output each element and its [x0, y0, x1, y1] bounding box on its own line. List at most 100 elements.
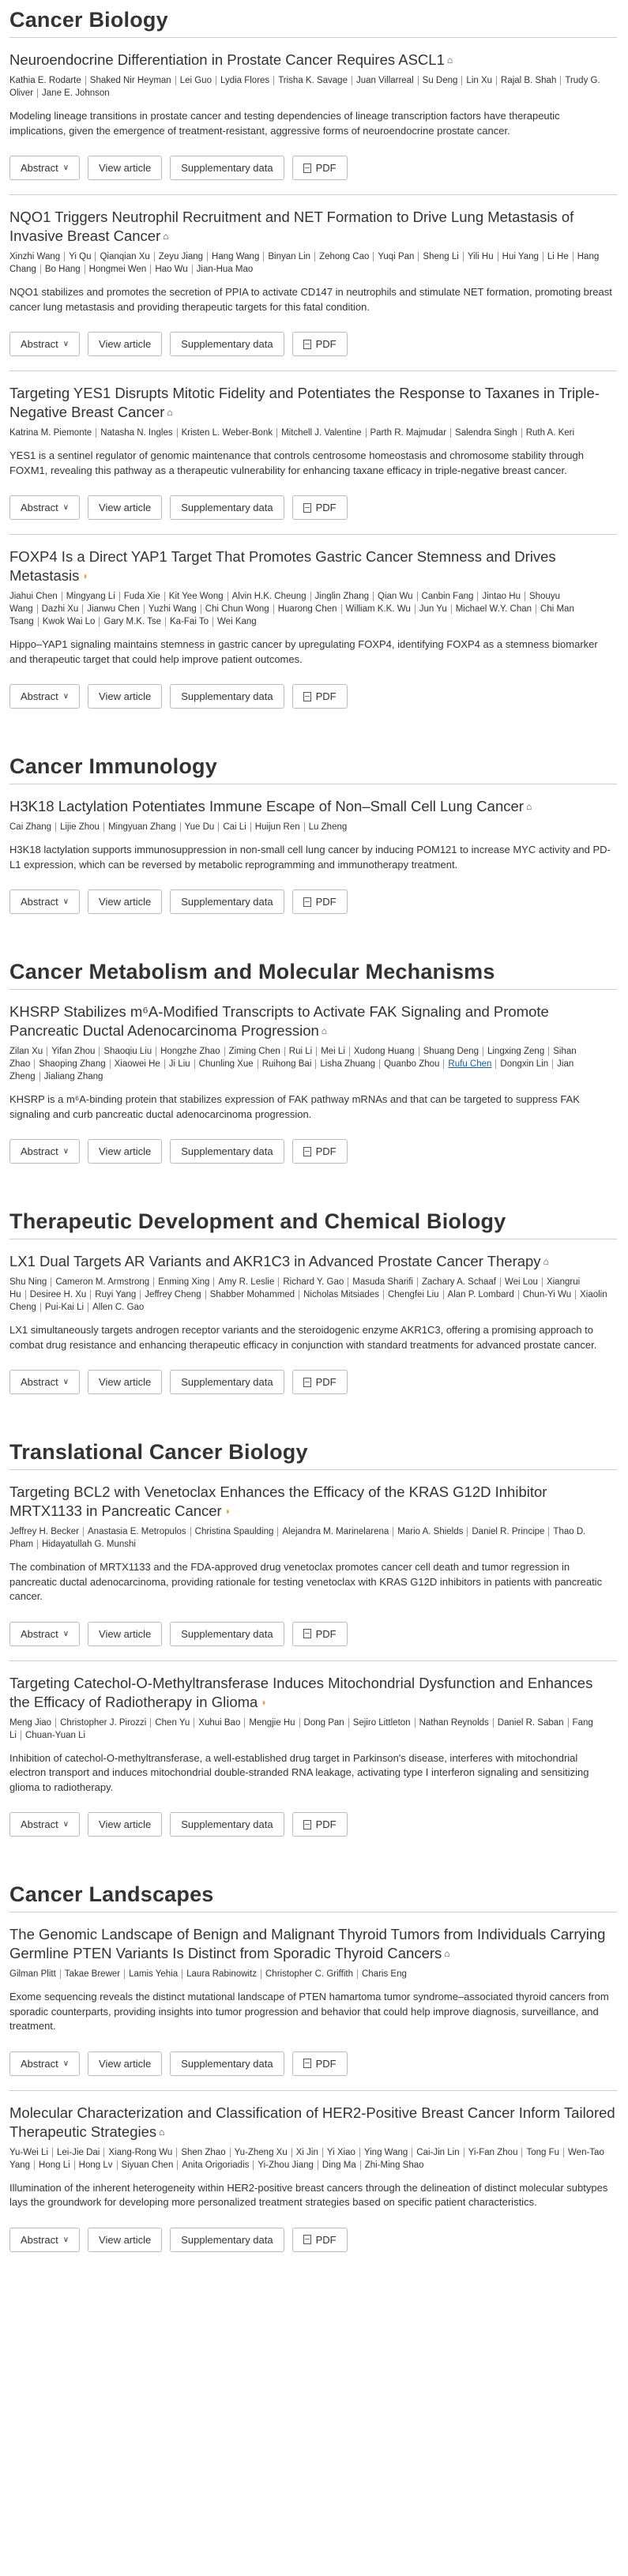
pdf-button[interactable]: PDF: [291, 684, 348, 709]
article-title[interactable]: LX1 Dual Targets AR Variants and AKR1C3 …: [9, 1252, 617, 1271]
supplementary-data-button[interactable]: Supplementary data: [170, 1370, 284, 1394]
article-actions: Abstract ∨ View article Supplementary data P…: [9, 1812, 617, 1837]
supplementary-data-button[interactable]: Supplementary data: [170, 1139, 284, 1164]
abstracts-button-label: Abstract: [21, 162, 58, 174]
pdf-button[interactable]: PDF: [291, 332, 348, 356]
view-article-button[interactable]: View article: [88, 684, 163, 709]
author-name: Yu-Wei Li: [9, 2147, 54, 2157]
abstracts-button-label: Abstract: [21, 1818, 58, 1830]
view-article-button[interactable]: View article: [88, 2051, 163, 2076]
view-article-button[interactable]: View article: [88, 889, 163, 914]
pdf-button-label: PDF: [315, 1145, 337, 1157]
supplementary-data-label: Supplementary data: [181, 1627, 273, 1640]
view-article-button[interactable]: View article: [88, 2227, 163, 2252]
article-title[interactable]: Targeting Catechol-O-Methyltransferase I…: [9, 1674, 617, 1712]
author-name: Enming Xing: [158, 1277, 215, 1287]
pdf-button[interactable]: PDF: [291, 156, 348, 180]
author-name: Xiang-Rong Wu: [108, 2147, 178, 2157]
author-name: Qian Wu: [378, 592, 418, 601]
article-title-text[interactable]: NQO1 Triggers Neutrophil Recruitment and…: [9, 209, 573, 244]
abstracts-button[interactable]: Abstract ∨: [9, 684, 81, 709]
supplementary-data-button[interactable]: Supplementary data: [170, 1812, 284, 1837]
pdf-button[interactable]: PDF: [291, 1812, 348, 1837]
abstracts-button[interactable]: Abstract ∨: [9, 2227, 81, 2252]
author-name: Kathia E. Rodarte: [9, 76, 86, 85]
pdf-button[interactable]: PDF: [291, 2051, 348, 2076]
view-article-button[interactable]: View article: [88, 1139, 163, 1164]
article-title-text[interactable]: Targeting BCL2 with Venetoclax Enhances …: [9, 1484, 547, 1519]
view-article-button[interactable]: View article: [88, 1621, 163, 1646]
view-article-button[interactable]: View article: [88, 1370, 163, 1394]
supplementary-data-button[interactable]: Supplementary data: [170, 156, 284, 180]
abstracts-button[interactable]: Abstract ∨: [9, 332, 81, 356]
abstracts-button[interactable]: Abstract ∨: [9, 2051, 81, 2076]
abstracts-button[interactable]: Abstract ∨: [9, 1139, 81, 1164]
pdf-button-label: PDF: [315, 2057, 337, 2070]
article-title-text[interactable]: H3K18 Lactylation Potentiates Immune Esc…: [9, 798, 524, 814]
supplementary-data-label: Supplementary data: [181, 896, 273, 908]
article-title-text[interactable]: Targeting YES1 Disrupts Mitotic Fidelity…: [9, 385, 600, 420]
free-access-icon: ⌂: [525, 801, 532, 812]
article-title[interactable]: Neuroendocrine Differentiation in Prosta…: [9, 51, 617, 70]
article-title-text[interactable]: Targeting Catechol-O-Methyltransferase I…: [9, 1675, 592, 1710]
supplementary-data-button[interactable]: Supplementary data: [170, 1621, 284, 1646]
article-title[interactable]: FOXP4 Is a Direct YAP1 Target That Promo…: [9, 547, 617, 585]
abstracts-button[interactable]: Abstract ∨: [9, 495, 81, 520]
article-item: The Genomic Landscape of Benign and Mali…: [9, 1912, 617, 2091]
article-item: KHSRP Stabilizes m⁶A-Modified Transcript…: [9, 990, 617, 1178]
article-title-text[interactable]: FOXP4 Is a Direct YAP1 Target That Promo…: [9, 548, 556, 584]
article-title-text[interactable]: LX1 Dual Targets AR Variants and AKR1C3 …: [9, 1253, 541, 1269]
pdf-button[interactable]: PDF: [291, 1370, 348, 1394]
article-title[interactable]: Molecular Characterization and Classific…: [9, 2104, 617, 2142]
supplementary-data-button[interactable]: Supplementary data: [170, 495, 284, 520]
supplementary-data-button[interactable]: Supplementary data: [170, 889, 284, 914]
author-name: Zachary A. Schaaf: [422, 1277, 501, 1287]
supplementary-data-button[interactable]: Supplementary data: [170, 2227, 284, 2252]
view-article-label: View article: [99, 502, 152, 513]
chevron-down-icon: ∨: [62, 1147, 70, 1156]
view-article-button[interactable]: View article: [88, 495, 163, 520]
view-article-button[interactable]: View article: [88, 332, 163, 356]
pdf-button[interactable]: PDF: [291, 1621, 348, 1646]
article-title[interactable]: NQO1 Triggers Neutrophil Recruitment and…: [9, 208, 617, 246]
pdf-button[interactable]: PDF: [291, 495, 348, 520]
abstracts-button[interactable]: Abstract ∨: [9, 889, 81, 914]
abstracts-button[interactable]: Abstract ∨: [9, 1812, 81, 1837]
author-link[interactable]: Rufu Chen: [448, 1059, 497, 1069]
abstracts-button-label: Abstract: [21, 502, 58, 513]
view-article-button[interactable]: View article: [88, 1812, 163, 1837]
supplementary-data-button[interactable]: Supplementary data: [170, 2051, 284, 2076]
author-name: Mitchell J. Valentine: [281, 428, 367, 438]
article-title[interactable]: Targeting BCL2 with Venetoclax Enhances …: [9, 1483, 617, 1521]
supplementary-data-button[interactable]: Supplementary data: [170, 684, 284, 709]
article-title-text[interactable]: KHSRP Stabilizes m⁶A-Modified Transcript…: [9, 1003, 549, 1039]
pdf-button[interactable]: PDF: [291, 1139, 348, 1164]
article-title[interactable]: Targeting YES1 Disrupts Mitotic Fidelity…: [9, 384, 617, 422]
supplementary-data-button[interactable]: Supplementary data: [170, 332, 284, 356]
abstracts-button[interactable]: Abstract ∨: [9, 1370, 81, 1394]
article-summary: Hippo–YAP1 signaling maintains stemness …: [9, 638, 598, 665]
author-name: Kristen L. Weber-Bonk: [181, 428, 278, 438]
author-name: Juan Villarreal: [355, 76, 419, 85]
author-name: Hongzhe Zhao: [160, 1047, 225, 1056]
pdf-button[interactable]: PDF: [291, 889, 348, 914]
abstracts-button[interactable]: Abstract ∨: [9, 1621, 81, 1646]
abstracts-button[interactable]: Abstract ∨: [9, 156, 81, 180]
pdf-icon: [303, 1629, 311, 1638]
author-name: Ka-Fai To: [170, 617, 214, 626]
article-title-text[interactable]: Neuroendocrine Differentiation in Prosta…: [9, 51, 445, 68]
article-title-text[interactable]: Molecular Characterization and Classific…: [9, 2104, 615, 2140]
author-name: Salendra Singh: [455, 428, 522, 438]
journal-section: Therapeutic Development and Chemical Bio…: [9, 1202, 617, 1408]
article-actions: Abstract ∨ View article Supplementary data P…: [9, 2051, 617, 2076]
author-name: Lijie Zhou: [60, 822, 104, 832]
pdf-button[interactable]: PDF: [291, 2227, 348, 2252]
article-title[interactable]: The Genomic Landscape of Benign and Mali…: [9, 1925, 617, 1963]
article-title[interactable]: KHSRP Stabilizes m⁶A-Modified Transcript…: [9, 1002, 617, 1040]
abstracts-button-label: Abstract: [21, 2233, 58, 2246]
article-title-text[interactable]: The Genomic Landscape of Benign and Mali…: [9, 1926, 605, 1961]
section-heading: Cancer Metabolism and Molecular Mechanis…: [9, 952, 617, 990]
article-title[interactable]: H3K18 Lactylation Potentiates Immune Esc…: [9, 797, 617, 816]
author-name: Ding Ma: [322, 2160, 361, 2170]
view-article-button[interactable]: View article: [88, 156, 163, 180]
